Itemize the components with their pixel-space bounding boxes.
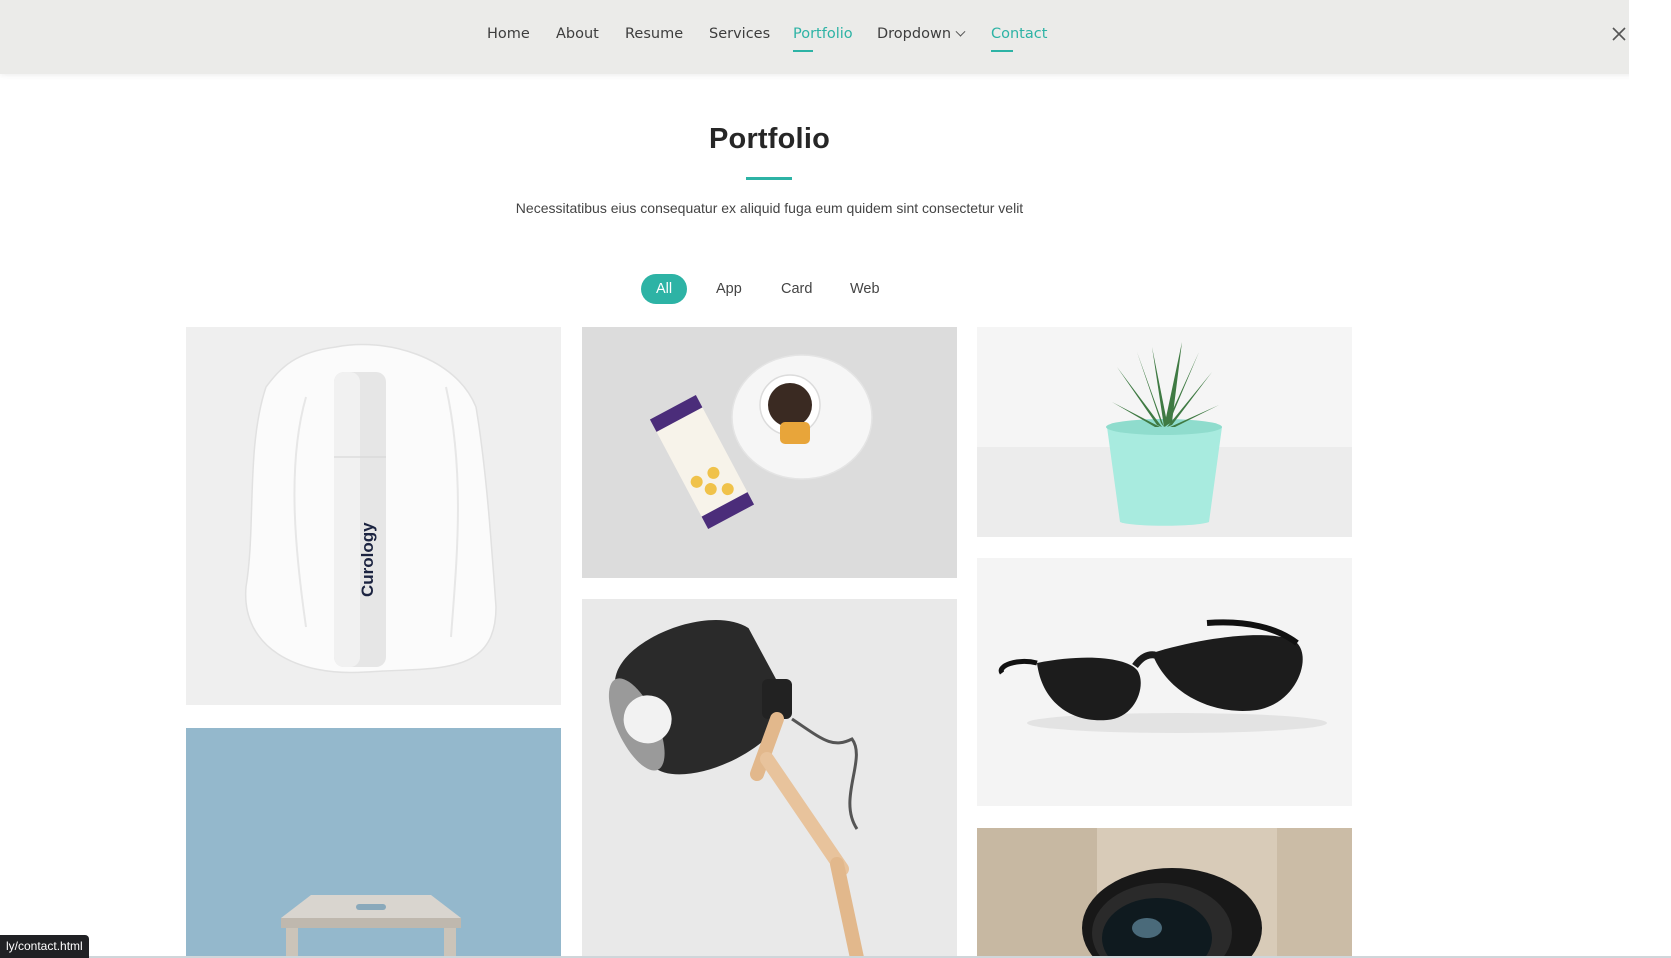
lens-image: [977, 828, 1352, 958]
nav-resume[interactable]: Resume: [625, 26, 683, 42]
status-bar-url: ly/contact.html: [0, 935, 89, 958]
site-header: Home About Resume Services Portfolio Dro…: [0, 0, 1671, 74]
nav-home[interactable]: Home: [487, 26, 530, 42]
filter-all[interactable]: All: [641, 274, 688, 304]
tea-image: [582, 327, 957, 578]
plant-image: [977, 327, 1352, 537]
portfolio-item-wooden-stool[interactable]: [186, 728, 561, 958]
portfolio-item-succulent-plant[interactable]: [977, 327, 1352, 537]
x-icon[interactable]: [1611, 26, 1627, 42]
sunglasses-image: [977, 558, 1352, 806]
portfolio-item-desk-lamp[interactable]: [582, 599, 957, 958]
nav-contact[interactable]: Contact: [991, 26, 1047, 52]
nav-portfolio[interactable]: Portfolio: [793, 26, 853, 52]
chevron-down-icon: [955, 26, 966, 37]
nav-dropdown[interactable]: Dropdown: [877, 26, 966, 42]
nav-dropdown-label: Dropdown: [877, 26, 952, 42]
filter-card[interactable]: Card: [781, 274, 812, 304]
nav-services[interactable]: Services: [709, 26, 770, 42]
filter-web[interactable]: Web: [850, 274, 880, 304]
title-underline: [746, 177, 792, 180]
filter-app[interactable]: App: [716, 274, 742, 304]
page-title: Portfolio: [708, 123, 830, 155]
lamp-image: [582, 599, 957, 958]
stool-image: [186, 728, 561, 958]
bottle-image: Curology: [186, 327, 561, 705]
page-right-edge: [1629, 0, 1671, 958]
portfolio-item-sunglasses[interactable]: [977, 558, 1352, 806]
nav-about[interactable]: About: [556, 26, 599, 42]
portfolio-item-honeycomb-tea[interactable]: [582, 327, 957, 578]
portfolio-item-curology-bottle[interactable]: Curology: [186, 327, 561, 705]
main-nav: Home About Resume Services Portfolio Dro…: [0, 0, 1671, 74]
portfolio-item-camera-lens[interactable]: [977, 828, 1352, 958]
bottle-brand-text: Curology: [358, 522, 377, 597]
section-subtitle: Necessitatibus eius consequatur ex aliqu…: [515, 200, 1024, 216]
